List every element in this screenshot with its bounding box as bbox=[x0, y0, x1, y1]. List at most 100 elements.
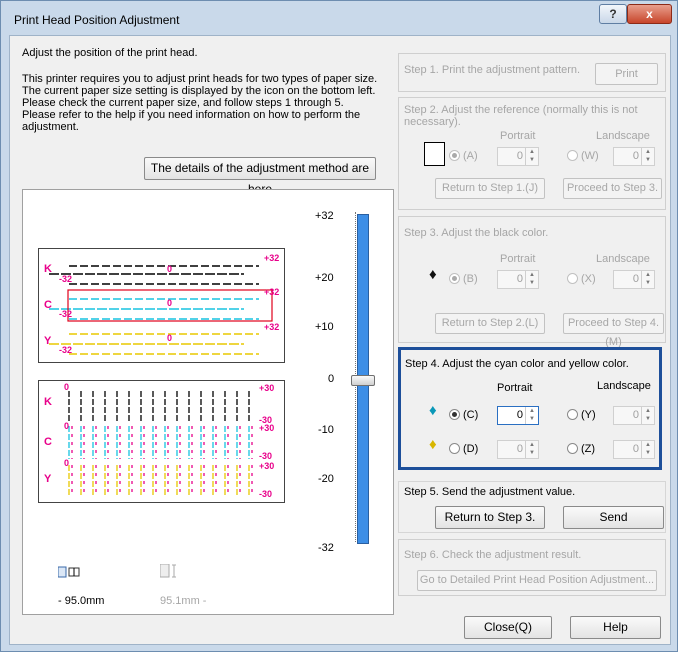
radio-z[interactable] bbox=[567, 443, 578, 454]
details-button[interactable]: The details of the adjustment method are… bbox=[144, 157, 376, 196]
pattern-plus-label: +32 bbox=[264, 287, 280, 297]
spin-x[interactable]: 0 ▲ ▼ bbox=[613, 270, 655, 289]
pattern-label-c: C bbox=[44, 299, 52, 311]
radio-d[interactable] bbox=[449, 443, 460, 454]
spin-arrows[interactable]: ▲ ▼ bbox=[641, 441, 654, 458]
slider-label: -32 bbox=[318, 542, 334, 554]
step2-group: Step 2. Adjust the reference (normally t… bbox=[398, 97, 666, 210]
proceed-to-step3-button[interactable]: Proceed to Step 3. bbox=[563, 178, 662, 199]
radio-w-label: (W) bbox=[581, 150, 599, 162]
title-bar: Print Head Position Adjustment ? x bbox=[1, 1, 677, 35]
pattern-preview: K C Y +32 -32 0 +32 -32 0 +32 -32 0 K C … bbox=[22, 189, 394, 615]
intro-line: adjustment. bbox=[22, 121, 79, 133]
left-panel: Adjust the position of the print head. T… bbox=[22, 42, 394, 615]
return-to-step2-button[interactable]: Return to Step 2.(L) bbox=[435, 313, 545, 334]
dialog-window: Print Head Position Adjustment ? x Adjus… bbox=[0, 0, 678, 652]
proceed-to-step4-button[interactable]: Proceed to Step 4.(M) bbox=[563, 313, 664, 348]
spin-z[interactable]: 0 ▲ ▼ bbox=[613, 440, 655, 459]
step1-group: Step 1. Print the adjustment pattern. Pr… bbox=[398, 53, 666, 92]
slider-label: +10 bbox=[315, 321, 334, 333]
portrait-heading: Portrait bbox=[497, 382, 533, 394]
help-button[interactable]: Help bbox=[570, 616, 661, 639]
spin-arrows[interactable]: ▲ ▼ bbox=[525, 148, 538, 165]
step5-text: Step 5. Send the adjustment value. bbox=[404, 486, 576, 498]
spin-w[interactable]: 0 ▲ ▼ bbox=[613, 147, 655, 166]
pattern-minus-label: -32 bbox=[59, 309, 73, 319]
spin-arrows[interactable]: ▲ ▼ bbox=[525, 441, 538, 458]
intro-line: The current paper size setting is displa… bbox=[22, 85, 376, 97]
intro-line: Please check the current paper size, and… bbox=[22, 97, 344, 109]
radio-x[interactable] bbox=[567, 273, 578, 284]
spin-b[interactable]: 0 ▲ ▼ bbox=[497, 270, 539, 289]
step6-group: Step 6. Check the adjustment result. Go … bbox=[398, 539, 666, 596]
title-help-button[interactable]: ? bbox=[599, 4, 627, 24]
radio-a[interactable] bbox=[449, 150, 460, 161]
slider-label: 0 bbox=[328, 373, 335, 385]
pattern-zero-label: 0 bbox=[64, 382, 70, 392]
portrait-paper-size: - 95.0mm bbox=[58, 595, 105, 607]
return-to-step1-button[interactable]: Return to Step 1.(J) bbox=[435, 178, 545, 199]
landscape-paper-size: 95.1mm - bbox=[160, 595, 207, 607]
close-button[interactable]: Close(Q) bbox=[464, 616, 552, 639]
pattern-plus-label: +30 bbox=[259, 461, 275, 471]
slider-label: -20 bbox=[318, 473, 334, 485]
pattern-plus-label: +32 bbox=[264, 253, 280, 263]
spin-arrows[interactable]: ▲ ▼ bbox=[641, 148, 654, 165]
portrait-heading: Portrait bbox=[500, 253, 536, 265]
step4-text: Step 4. Adjust the cyan color and yellow… bbox=[405, 358, 629, 370]
horizontal-pattern: K C Y +32 -32 0 +32 -32 0 +32 -32 0 bbox=[38, 248, 285, 363]
pattern-label-c: C bbox=[44, 436, 52, 448]
spin-d-value: 0 bbox=[516, 443, 523, 455]
send-button[interactable]: Send bbox=[563, 506, 664, 529]
horizontal-pattern-graphic bbox=[49, 265, 273, 355]
pattern-zero-label: 0 bbox=[167, 264, 173, 274]
spin-y[interactable]: 0 ▲ ▼ bbox=[613, 406, 655, 425]
adjustment-slider-thumb[interactable] bbox=[351, 375, 375, 386]
radio-z-label: (Z) bbox=[581, 443, 596, 455]
spin-arrows[interactable]: ▲ ▼ bbox=[525, 407, 538, 424]
spin-arrows[interactable]: ▲ ▼ bbox=[641, 407, 654, 424]
radio-x-label: (X) bbox=[581, 273, 596, 285]
pattern-plus-label: +30 bbox=[259, 423, 275, 433]
dialog-client: Adjust the position of the print head. T… bbox=[9, 35, 671, 645]
black-ink-drop-icon: ♦ bbox=[429, 266, 437, 283]
step3-text: Step 3. Adjust the black color. bbox=[404, 227, 549, 239]
pattern-minus-label: -32 bbox=[59, 345, 73, 355]
portrait-heading: Portrait bbox=[500, 130, 536, 142]
radio-y-label: (Y) bbox=[581, 409, 596, 421]
intro-line: Please refer to the help if you need inf… bbox=[22, 109, 361, 121]
landscape-heading: Landscape bbox=[596, 130, 650, 142]
step3-group: Step 3. Adjust the black color. Portrait… bbox=[398, 216, 666, 348]
spin-x-value: 0 bbox=[632, 273, 639, 285]
spin-arrows[interactable]: ▲ ▼ bbox=[641, 271, 654, 288]
spin-a[interactable]: 0 ▲ ▼ bbox=[497, 147, 539, 166]
spin-c[interactable]: 0 ▲ ▼ bbox=[497, 406, 539, 425]
pattern-zero-label: 0 bbox=[64, 458, 70, 468]
pattern-zero-label: 0 bbox=[167, 333, 173, 343]
vertical-pattern-graphic bbox=[68, 391, 253, 497]
spin-y-value: 0 bbox=[632, 409, 639, 421]
vertical-pattern: K C Y 0 +30 -30 0 +30 -30 0 +30 -30 bbox=[38, 380, 285, 503]
pattern-minus-label: -32 bbox=[59, 274, 73, 284]
return-to-step3-button[interactable]: Return to Step 3. bbox=[435, 506, 545, 529]
radio-y[interactable] bbox=[567, 409, 578, 420]
spin-d[interactable]: 0 ▲ ▼ bbox=[497, 440, 539, 459]
paper-portrait-icon bbox=[57, 566, 80, 578]
pattern-plus-label: +30 bbox=[259, 383, 275, 393]
print-button[interactable]: Print bbox=[595, 63, 658, 85]
pattern-plus-label: +32 bbox=[264, 322, 280, 332]
radio-c[interactable] bbox=[449, 409, 460, 420]
title-close-button[interactable]: x bbox=[627, 4, 672, 24]
pattern-minus-label: -30 bbox=[259, 451, 273, 461]
radio-w[interactable] bbox=[567, 150, 578, 161]
detailed-adjustment-button[interactable]: Go to Detailed Print Head Position Adjus… bbox=[417, 570, 657, 591]
pattern-minus-label: -30 bbox=[259, 489, 273, 499]
paper-landscape-icon bbox=[159, 563, 180, 578]
spin-arrows[interactable]: ▲ ▼ bbox=[525, 271, 538, 288]
radio-b[interactable] bbox=[449, 273, 460, 284]
radio-a-label: (A) bbox=[463, 150, 478, 162]
radio-c-label: (C) bbox=[463, 409, 479, 421]
slider-label: -10 bbox=[318, 424, 334, 436]
pattern-label-k: K bbox=[44, 263, 52, 275]
right-panel: Step 1. Print the adjustment pattern. Pr… bbox=[398, 42, 666, 642]
